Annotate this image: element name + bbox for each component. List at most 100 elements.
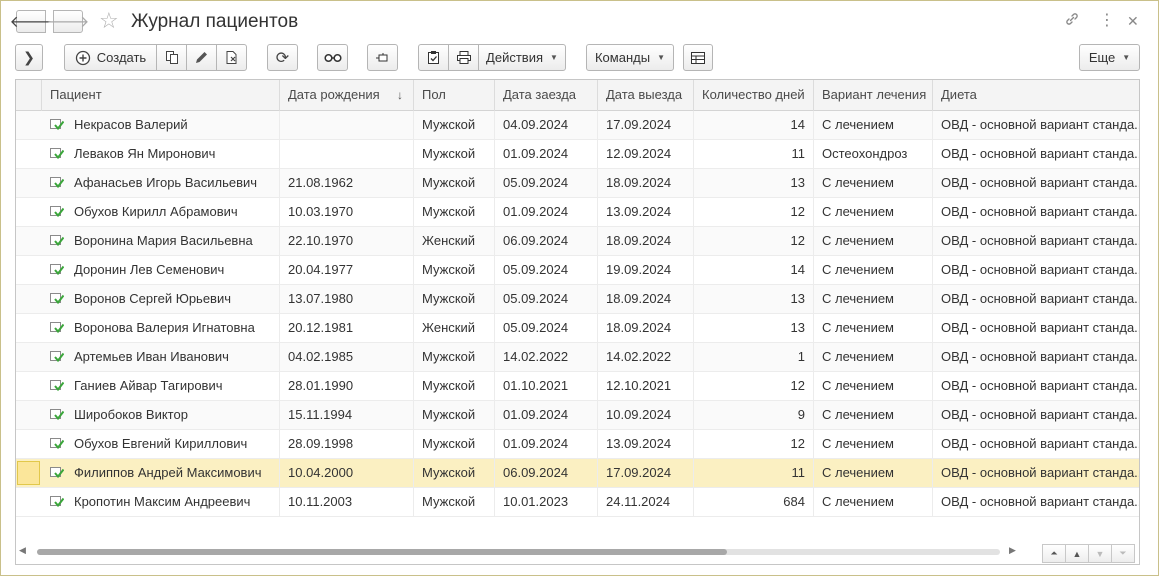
scroll-right-icon[interactable]: ▶	[1009, 545, 1016, 556]
actions-dropdown[interactable]: Действия ▼	[478, 44, 566, 71]
edit-button[interactable]	[186, 44, 217, 71]
table-row[interactable]: Воронина Мария Васильевна 22.10.1970 Женск…	[16, 227, 1139, 256]
commands-label: Команды	[594, 50, 651, 65]
go-to-first-button[interactable]: ⏶	[1042, 544, 1066, 563]
expand-panel-button[interactable]: ❯	[15, 44, 43, 71]
posted-document-icon	[50, 409, 64, 421]
post-button[interactable]	[367, 44, 398, 71]
cell-gender: Мужской	[414, 372, 495, 400]
table-row[interactable]: Некрасов Валерий Мужской 04.09.2024 17.09.2…	[16, 111, 1139, 140]
cell-diet: ОВД - основной вариант станда...	[941, 175, 1140, 190]
cell-check-in: 10.01.2023	[495, 488, 598, 516]
cell-patient: Артемьев Иван Иванович	[66, 343, 280, 371]
scroll-left-icon[interactable]: ◀	[19, 545, 26, 556]
table-row[interactable]: Кропотин Максим Андреевич 10.11.2003 Мужск…	[16, 488, 1139, 517]
refresh-button[interactable]: ⟳	[267, 44, 298, 71]
table-row[interactable]: Широбоков Виктор 15.11.1994 Мужской 01.09.2…	[16, 401, 1139, 430]
column-header-patient[interactable]: Пациент	[42, 80, 280, 111]
column-header-birth-date[interactable]: Дата рождения ↓	[280, 80, 414, 111]
copy-button[interactable]	[156, 44, 187, 71]
cell-check-out: 18.09.2024	[598, 227, 694, 255]
chevron-right-icon: ❯	[23, 49, 35, 65]
arrow-right-icon: 🡒	[46, 14, 90, 31]
table-row[interactable]: Обухов Евгений Кириллович 28.09.1998 Мужск…	[16, 430, 1139, 459]
table-row[interactable]: Артемьев Иван Иванович 04.02.1985 Мужской 1…	[16, 343, 1139, 372]
column-header-days[interactable]: Количество дней	[694, 80, 814, 111]
current-row-marker	[17, 461, 40, 485]
posted-document-icon	[50, 380, 64, 392]
column-header-birth-date-label: Дата рождения	[288, 87, 380, 102]
cell-birth-date	[280, 140, 414, 168]
cell-patient: Леваков Ян Миронович	[66, 140, 280, 168]
cell-treatment: С лечением	[814, 459, 933, 487]
column-header-check-in[interactable]: Дата заезда	[495, 80, 598, 111]
cell-check-out: 18.09.2024	[598, 285, 694, 313]
cell-check-out: 10.09.2024	[598, 401, 694, 429]
cell-treatment: С лечением	[814, 169, 933, 197]
cell-check-out: 24.11.2024	[598, 488, 694, 516]
cell-check-in: 05.09.2024	[495, 169, 598, 197]
cell-treatment: С лечением	[814, 111, 933, 139]
cell-check-out: 14.02.2022	[598, 343, 694, 371]
cell-days: 12	[694, 198, 814, 226]
cell-diet: ОВД - основной вариант станда...	[941, 204, 1140, 219]
posted-document-icon	[50, 119, 64, 131]
column-header-treatment[interactable]: Вариант лечения	[814, 80, 933, 111]
table-row[interactable]: Доронин Лев Семенович 20.04.1977 Мужской 05…	[16, 256, 1139, 285]
cell-days: 12	[694, 227, 814, 255]
cell-gender: Женский	[414, 227, 495, 255]
cell-gender: Мужской	[414, 430, 495, 458]
cell-treatment: С лечением	[814, 488, 933, 516]
link-icon[interactable]	[1064, 11, 1080, 33]
cell-check-in: 06.09.2024	[495, 227, 598, 255]
caret-down-icon: ▼	[1122, 53, 1131, 62]
posted-document-icon	[50, 496, 64, 508]
list-settings-button[interactable]	[683, 44, 713, 71]
caret-down-icon: ▼	[657, 53, 665, 62]
cell-days: 13	[694, 169, 814, 197]
checklist-button[interactable]	[418, 44, 449, 71]
table-row[interactable]: Филиппов Андрей Максимович 10.04.2000 Мужс…	[16, 459, 1139, 488]
cell-patient: Воронов Сергей Юрьевич	[66, 285, 280, 313]
horizontal-scrollbar[interactable]: ◀ ▶	[15, 544, 1016, 559]
cell-days: 11	[694, 459, 814, 487]
cell-days: 12	[694, 372, 814, 400]
triangle-down-icon: ▼	[1095, 548, 1105, 559]
column-header-gender[interactable]: Пол	[414, 80, 495, 111]
back-button[interactable]: 🡐	[10, 10, 52, 33]
cell-patient: Широбоков Виктор	[66, 401, 280, 429]
more-dropdown[interactable]: Еще ▼	[1079, 44, 1140, 71]
cell-days: 11	[694, 140, 814, 168]
table-row[interactable]: Обухов Кирилл Абрамович 10.03.1970 Мужской…	[16, 198, 1139, 227]
close-icon[interactable]: ✕	[1127, 11, 1139, 31]
column-header-check-out[interactable]: Дата выезда	[598, 80, 694, 111]
more-vertical-icon[interactable]: ⋮	[1099, 11, 1115, 31]
page-up-button[interactable]: ▲	[1065, 544, 1089, 563]
cell-days: 13	[694, 314, 814, 342]
cell-patient: Воронова Валерия Игнатовна	[66, 314, 280, 342]
scrollbar-thumb[interactable]	[37, 549, 727, 555]
page-title: Журнал пациентов	[131, 11, 299, 32]
create-button[interactable]: Создать	[64, 44, 157, 71]
favorite-star-icon[interactable]: ☆	[99, 9, 119, 33]
table-row[interactable]: Воронова Валерия Игнатовна 20.12.1981 Женс…	[16, 314, 1139, 343]
cell-diet: ОВД - основной вариант станда...	[941, 233, 1140, 248]
commands-dropdown[interactable]: Команды ▼	[586, 44, 674, 71]
table-row[interactable]: Воронов Сергей Юрьевич 13.07.1980 Мужской 0…	[16, 285, 1139, 314]
print-button[interactable]	[448, 44, 479, 71]
table-row[interactable]: Ганиев Айвар Тагирович 28.01.1990 Мужской 0…	[16, 372, 1139, 401]
table-row[interactable]: Леваков Ян Миронович Мужской 01.09.2024 12.…	[16, 140, 1139, 169]
column-header-diet[interactable]: Диета	[933, 80, 1139, 111]
forward-button[interactable]: 🡒	[47, 10, 89, 33]
cell-check-out: 13.09.2024	[598, 430, 694, 458]
page-down-button[interactable]: ▼	[1088, 544, 1112, 563]
table-row[interactable]: Афанасьев Игорь Васильевич 21.08.1962 Мужс…	[16, 169, 1139, 198]
go-to-last-button[interactable]: ⏷	[1111, 544, 1135, 563]
sort-down-icon: ↓	[397, 88, 403, 102]
cell-diet: ОВД - основной вариант станда...	[941, 262, 1140, 277]
view-mode-button[interactable]	[317, 44, 348, 71]
cell-birth-date: 10.11.2003	[280, 488, 414, 516]
delete-mark-button[interactable]	[216, 44, 247, 71]
refresh-icon: ⟳	[275, 49, 290, 67]
actions-label: Действия	[486, 50, 544, 65]
